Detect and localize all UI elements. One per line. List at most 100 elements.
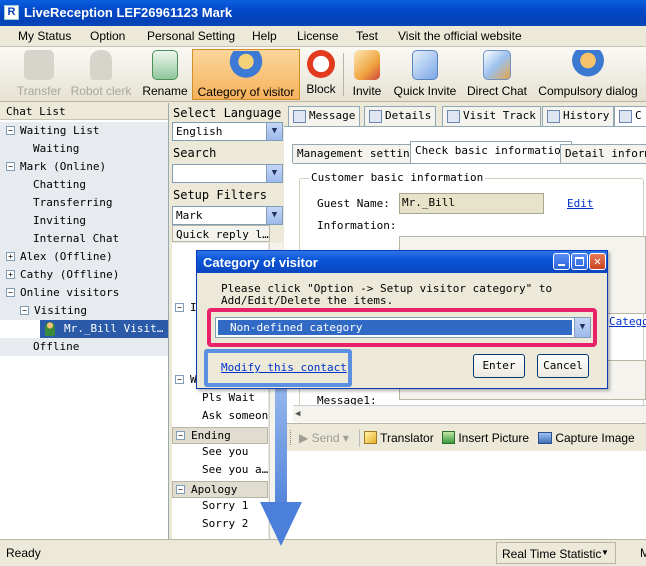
filter-select[interactable]: Mark ▼ — [172, 206, 283, 225]
subtab-management-setting[interactable]: Management setting — [292, 144, 422, 163]
transfer-button[interactable]: Transfer — [14, 49, 64, 100]
expand-icon[interactable]: + — [6, 270, 15, 279]
chat-list-panel: Chat List − Waiting List Waiting − Mark … — [0, 103, 169, 539]
block-button[interactable]: Block — [302, 49, 340, 100]
message-icon — [293, 110, 306, 123]
collapse-icon[interactable]: − — [175, 375, 184, 384]
search-combo[interactable]: ▼ — [172, 164, 283, 183]
quick-reply-header: Quick reply l… — [172, 225, 270, 242]
tree-item-inviting[interactable]: Inviting — [0, 212, 168, 230]
collapse-icon[interactable]: − — [6, 162, 15, 171]
rename-button[interactable]: Rename — [140, 49, 190, 100]
tree-item-mark-online[interactable]: − Mark (Online) — [0, 158, 168, 176]
modify-contact-link[interactable]: Modify this contact — [221, 361, 347, 374]
quick-reply-item[interactable]: See you — [202, 445, 248, 458]
capture-image-button[interactable]: Capture Image — [538, 431, 635, 445]
translator-button[interactable]: Translator — [364, 431, 434, 445]
chevron-down-icon[interactable]: ▼ — [266, 123, 282, 140]
message-input-area[interactable] — [284, 451, 646, 539]
tab-visit-track[interactable]: Visit Track — [442, 106, 541, 126]
minimize-icon[interactable] — [553, 253, 570, 270]
status-right-text: M — [640, 546, 646, 560]
chevron-down-icon[interactable]: ▼ — [266, 207, 282, 224]
cancel-button[interactable]: Cancel — [537, 354, 589, 378]
tab-category[interactable]: C — [614, 106, 646, 126]
maximize-icon[interactable] — [571, 253, 588, 270]
menu-license[interactable]: License — [297, 29, 338, 43]
tree-item-visiting[interactable]: − Visiting — [0, 302, 168, 320]
tree-item-online-visitors[interactable]: − Online visitors — [0, 284, 168, 302]
tree-item-cathy-offline[interactable]: + Cathy (Offline) — [0, 266, 168, 284]
tab-history[interactable]: History — [542, 106, 615, 126]
direct-chat-button[interactable]: Direct Chat — [466, 49, 528, 100]
rename-card-icon — [152, 50, 178, 80]
tab-message[interactable]: Message — [288, 106, 361, 126]
quick-invite-button[interactable]: Quick Invite — [392, 49, 458, 100]
tree-item-waiting[interactable]: Waiting — [0, 140, 168, 158]
dialog-instructions-line2: Add/Edit/Delete the items. — [221, 294, 394, 307]
menu-test[interactable]: Test — [356, 29, 378, 43]
quick-invite-icon — [412, 50, 438, 80]
select-language-label: Select Language — [173, 106, 282, 120]
tree-item-waiting-list[interactable]: − Waiting List — [0, 122, 168, 140]
menu-visit-website[interactable]: Visit the official website — [398, 29, 522, 43]
toolbar-separator — [359, 429, 360, 447]
tree-item-offline[interactable]: Offline — [0, 338, 168, 356]
category-link[interactable]: Catego — [609, 315, 646, 328]
visit-track-icon — [447, 110, 460, 123]
edit-name-link[interactable]: Edit — [567, 197, 594, 210]
tree-item-chatting[interactable]: Chatting — [0, 176, 168, 194]
guest-name-label: Guest Name: — [317, 197, 390, 210]
collapse-icon[interactable]: − — [20, 306, 29, 315]
tree-item-internal-chat[interactable]: Internal Chat — [0, 230, 168, 248]
direct-chat-icon — [483, 50, 511, 80]
chevron-down-icon[interactable]: ▼ — [266, 165, 282, 182]
collapse-icon[interactable]: − — [176, 485, 185, 494]
picture-icon — [442, 431, 455, 444]
tree-item-alex-offline[interactable]: + Alex (Offline) — [0, 248, 168, 266]
close-icon[interactable]: ✕ — [589, 253, 606, 270]
enter-button[interactable]: Enter — [473, 354, 525, 378]
ending-group-header[interactable]: − Ending — [172, 427, 268, 444]
tree-item-transferring[interactable]: Transferring — [0, 194, 168, 212]
menu-my-status[interactable]: My Status — [18, 29, 71, 43]
compulsory-dialog-icon — [572, 50, 604, 80]
expand-icon[interactable]: + — [6, 252, 15, 261]
quick-reply-item[interactable]: Pls Wait — [202, 391, 255, 404]
compulsory-dialog-button[interactable]: Compulsory dialog — [536, 49, 640, 100]
chat-list-header: Chat List — [0, 103, 168, 120]
quick-reply-item[interactable]: Sorry 1 — [202, 499, 248, 512]
camera-icon — [538, 432, 552, 444]
language-select[interactable]: English ▼ — [172, 122, 283, 141]
collapse-icon[interactable]: − — [176, 431, 185, 440]
send-button[interactable]: ▶ Send ▾ — [299, 431, 349, 445]
annotation-arrow-icon — [260, 378, 302, 546]
menu-bar: My Status Option Personal Setting Help L… — [0, 26, 646, 47]
visitor-person-icon — [45, 322, 55, 336]
category-select[interactable]: Non-defined category ▼ — [215, 317, 591, 338]
app-title-bar: R LiveReception LEF26961123 Mark — [0, 0, 646, 26]
subtab-check-basic-information[interactable]: Check basic information — [410, 141, 573, 163]
collapse-icon[interactable]: − — [6, 126, 15, 135]
invite-button[interactable]: Invite — [348, 49, 386, 100]
tree-item-visitor-mr-bill[interactable]: Mr._Bill Visit… — [40, 320, 168, 338]
menu-personal-setting[interactable]: Personal Setting — [147, 29, 235, 43]
apology-group-header[interactable]: − Apology — [172, 481, 268, 498]
subtab-detail-information[interactable]: Detail inform — [560, 144, 646, 163]
menu-help[interactable]: Help — [252, 29, 277, 43]
tab-details[interactable]: Details — [364, 106, 437, 126]
real-time-statistic-dropdown[interactable]: Real Time Statistic ▼ — [496, 542, 616, 564]
app-logo-icon: R — [4, 5, 19, 20]
collapse-icon[interactable]: − — [6, 288, 15, 297]
dialog-title: Category of visitor — [203, 255, 318, 270]
quick-reply-item[interactable]: Sorry 2 — [202, 517, 248, 530]
collapse-icon[interactable]: − — [175, 303, 184, 312]
insert-picture-button[interactable]: Insert Picture — [442, 431, 529, 445]
robot-clerk-button[interactable]: Robot clerk — [68, 49, 134, 100]
menu-option[interactable]: Option — [90, 29, 125, 43]
category-of-visitor-button[interactable]: Category of visitor — [192, 49, 300, 100]
invite-icon — [354, 50, 380, 80]
information-label: Information: — [317, 219, 397, 232]
chevron-down-icon[interactable]: ▼ — [574, 318, 590, 337]
horizontal-scrollbar[interactable]: ◀ — [293, 405, 646, 422]
